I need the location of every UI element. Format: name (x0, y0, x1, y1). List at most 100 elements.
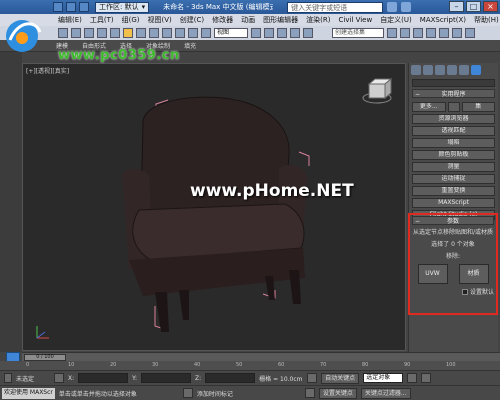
utilities-tab-icon[interactable] (471, 65, 481, 75)
collapse-button[interactable]: 塌陷 (412, 138, 495, 148)
help-icon[interactable] (401, 2, 412, 12)
time-slider-track[interactable]: 0 / 100 (22, 352, 500, 361)
y-coordinate-field[interactable] (141, 373, 192, 383)
go-to-start-icon[interactable] (407, 373, 418, 383)
perspective-match-button[interactable]: 透视匹配 (412, 126, 495, 136)
add-time-tag[interactable]: 添加时间标记 (197, 389, 261, 398)
angle-snap-icon[interactable] (290, 28, 300, 38)
open-file-icon[interactable] (66, 2, 76, 12)
mirror-icon[interactable] (387, 28, 397, 38)
undo-icon[interactable] (58, 28, 68, 38)
panel-name-field[interactable] (412, 79, 495, 87)
menu-rendering[interactable]: 渲染(R) (306, 15, 330, 25)
modify-tab-icon[interactable] (423, 65, 433, 75)
render-icon[interactable] (465, 28, 475, 38)
menu-edit[interactable]: 编辑(E) (58, 15, 82, 25)
menu-tools[interactable]: 工具(T) (90, 15, 114, 25)
menu-civil-view[interactable]: Civil View (338, 16, 372, 24)
tab-populate[interactable]: 填充 (184, 41, 196, 50)
create-tab-icon[interactable] (411, 65, 421, 75)
tick-label: 20 (110, 362, 117, 368)
select-manipulate-icon[interactable] (264, 28, 274, 38)
asset-browser-button[interactable]: 资源浏览器 (412, 114, 495, 124)
play-icon[interactable] (421, 373, 432, 383)
tick-label: 40 (194, 362, 201, 368)
maxscript-listener-icon[interactable] (4, 373, 12, 383)
select-object-icon[interactable] (123, 28, 133, 38)
select-by-name-icon[interactable] (136, 28, 146, 38)
material-editor-icon[interactable] (439, 28, 449, 38)
link-icon[interactable] (84, 28, 94, 38)
sets-button[interactable]: 集 (461, 102, 495, 112)
percent-snap-icon[interactable] (303, 28, 313, 38)
config-icon[interactable] (447, 102, 460, 112)
set-default-checkbox-row[interactable]: 设置默认 (412, 287, 494, 296)
key-filters-button[interactable]: 关键点过滤器... (360, 387, 411, 399)
menu-help[interactable]: 帮助(H) (474, 15, 499, 25)
save-icon[interactable] (79, 2, 89, 12)
snap-toggle-icon[interactable] (277, 28, 287, 38)
redo-icon[interactable] (71, 28, 81, 38)
scale-icon[interactable] (201, 28, 211, 38)
menu-group[interactable]: 组(G) (122, 15, 140, 25)
motion-tab-icon[interactable] (447, 65, 457, 75)
utilities-rollout-header[interactable]: − 实用程序 (412, 89, 495, 98)
track-bar[interactable]: 0 10 20 30 40 50 60 70 80 90 100 (0, 361, 500, 370)
new-file-icon[interactable] (53, 2, 63, 12)
set-default-checkbox[interactable] (461, 288, 468, 295)
align-icon[interactable] (400, 28, 410, 38)
binoculars-icon[interactable] (387, 2, 398, 12)
perspective-viewport[interactable]: [+][透视][真实] (22, 63, 406, 351)
menu-create[interactable]: 创建(C) (180, 15, 204, 25)
lock-selection-icon[interactable] (54, 373, 64, 383)
key-icon[interactable] (307, 373, 318, 383)
search-input[interactable]: 键入关键字或短语 (287, 1, 384, 13)
pivot-center-icon[interactable] (251, 28, 261, 38)
workspace-dropdown[interactable]: 工作区: 默认 ▾ (95, 1, 150, 13)
maxscript-button[interactable]: MAXScript (412, 198, 495, 208)
more-button[interactable]: 更多... (412, 102, 446, 112)
unlink-icon[interactable] (97, 28, 107, 38)
bind-space-warp-icon[interactable] (110, 28, 120, 38)
set-key-button[interactable]: 设置关键点 (318, 387, 357, 399)
auto-key-button[interactable]: 自动关键点 (321, 372, 360, 384)
menu-modifiers[interactable]: 修改器 (212, 15, 233, 25)
move-icon[interactable] (175, 28, 185, 38)
motion-capture-button[interactable]: 运动捕捉 (412, 174, 495, 184)
reference-coordinate-select[interactable]: 视图 (214, 28, 248, 38)
color-clipboard-button[interactable]: 颜色剪贴板 (412, 150, 495, 160)
menu-animation[interactable]: 动画 (241, 15, 255, 25)
measure-button[interactable]: 测量 (412, 162, 495, 172)
curve-editor-icon[interactable] (426, 28, 436, 38)
axis-tripod-icon (36, 326, 49, 339)
remove-uvw-button[interactable]: UVW (417, 264, 448, 284)
menu-graph-editors[interactable]: 图形编辑器 (263, 15, 298, 25)
display-tab-icon[interactable] (459, 65, 469, 75)
remove-material-button[interactable]: 材质 (458, 264, 489, 284)
x-coordinate-field[interactable] (78, 373, 129, 383)
hierarchy-tab-icon[interactable] (435, 65, 445, 75)
window-crossing-icon[interactable] (162, 28, 172, 38)
rotate-icon[interactable] (188, 28, 198, 38)
layer-icon[interactable] (413, 28, 423, 38)
menu-views[interactable]: 视图(V) (148, 15, 172, 25)
menu-maxscript[interactable]: MAXScript(X) (420, 16, 466, 24)
parameters-description: 从选定节点移除贴图和/或材质 (412, 229, 494, 236)
close-button[interactable]: × (483, 1, 498, 12)
parameters-rollout-header[interactable]: − 参数 (412, 216, 494, 225)
minimize-button[interactable]: – (449, 1, 464, 12)
reset-xform-button[interactable]: 重置变换 (412, 186, 495, 196)
z-coordinate-field[interactable] (205, 373, 256, 383)
render-setup-icon[interactable] (452, 28, 462, 38)
menu-customize[interactable]: 自定义(U) (380, 15, 412, 25)
maxscript-mini-listener[interactable]: 欢迎使用 MAXScr (2, 387, 55, 399)
set-key-icon[interactable] (304, 388, 315, 398)
z-label: Z: (195, 374, 202, 382)
rect-selection-icon[interactable] (149, 28, 159, 38)
key-mode-select[interactable]: 选定对象 (363, 373, 404, 383)
named-selection-set-input[interactable]: 创建选择集 (332, 28, 384, 38)
time-slider[interactable]: 0 / 100 (24, 354, 66, 361)
maximize-button[interactable]: □ (466, 1, 481, 12)
selection-status: 未选定 (16, 375, 35, 383)
time-tag-icon[interactable] (182, 388, 193, 398)
